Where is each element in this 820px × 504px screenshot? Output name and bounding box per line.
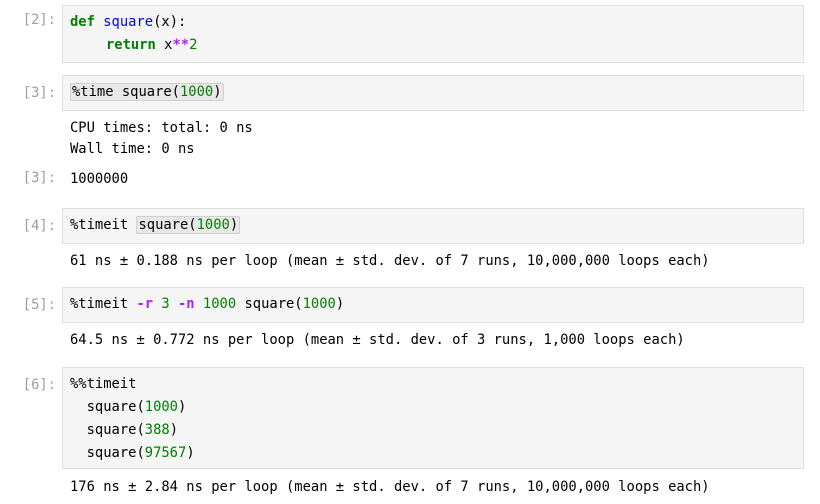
code-line: %%timeit [70, 374, 136, 394]
highlighted-selection: square(1000) [136, 216, 241, 234]
cell-prompt: [5]: [22, 297, 56, 313]
number-literal: 388 [144, 422, 170, 438]
code-line: def square(x): [70, 12, 186, 32]
function-name: square [103, 14, 154, 30]
cell-prompt: [4]: [22, 218, 56, 234]
operator: ** [172, 37, 190, 53]
magic-command: %%timeit [70, 376, 137, 392]
code-text: square( [138, 217, 197, 233]
number-literal: 1000 [202, 296, 237, 312]
highlighted-selection: %time square(1000) [70, 83, 224, 101]
code-text: ) [178, 399, 187, 415]
cell-prompt: [6]: [22, 377, 56, 393]
number-literal: 1000 [179, 84, 214, 100]
number-literal: 2 [189, 37, 198, 53]
output-result: 1000000 [70, 171, 129, 187]
stdout-line: CPU times: total: 0 ns [70, 120, 253, 136]
number-literal: 97567 [144, 445, 187, 461]
code-cell-input[interactable]: def square(x): return x**2 [62, 5, 804, 63]
code-text: (x): [153, 14, 187, 30]
stdout-line: Wall time: 0 ns [70, 141, 195, 157]
code-text: square( [236, 296, 303, 312]
code-text: square( [70, 445, 145, 461]
magic-command: %time square( [72, 84, 180, 100]
code-line: %time square(1000) [70, 82, 224, 102]
cell-prompt: [3]: [22, 85, 56, 101]
flag: -r [136, 296, 162, 312]
stdout-line: 64.5 ns ± 0.772 ns per loop (mean ± std.… [70, 332, 685, 348]
number-literal: 3 [161, 296, 170, 312]
code-cell-input[interactable]: %time square(1000) [62, 75, 804, 111]
magic-command: %timeit [70, 217, 137, 233]
keyword: return [106, 37, 156, 53]
stdout-line: 61 ns ± 0.188 ns per loop (mean ± std. d… [70, 253, 710, 269]
code-line: square(1000) [70, 397, 187, 417]
number-literal: 1000 [196, 217, 230, 233]
code-text: ) [335, 296, 345, 312]
code-text: square( [70, 399, 145, 415]
code-line: %timeit -r 3 -n 1000 square(1000) [70, 294, 344, 314]
code-line: square(388) [70, 420, 178, 440]
code-line: square(97567) [70, 443, 195, 463]
flag: -n [178, 296, 203, 312]
code-line: %timeit square(1000) [70, 215, 241, 235]
output-prompt: [3]: [22, 170, 56, 186]
number-literal: 1000 [144, 399, 178, 415]
number-literal: 1000 [302, 296, 336, 312]
code-cell-input[interactable]: %timeit -r 3 -n 1000 square(1000) [62, 287, 804, 323]
cell-prompt: [2]: [22, 12, 56, 28]
code-text: square( [70, 422, 145, 438]
keyword: def [70, 14, 95, 30]
code-cell-input[interactable]: %timeit square(1000) [62, 208, 804, 244]
stdout-line: 176 ns ± 2.84 ns per loop (mean ± std. d… [70, 479, 710, 495]
magic-command: %timeit [70, 296, 137, 312]
code-text: ) [169, 422, 178, 438]
code-line: return x**2 [106, 35, 197, 55]
code-cell-input[interactable]: %%timeit square(1000) square(388) square… [62, 367, 804, 469]
code-text: ) [186, 445, 195, 461]
code-text: ) [213, 84, 222, 100]
code-text: ) [229, 217, 239, 233]
